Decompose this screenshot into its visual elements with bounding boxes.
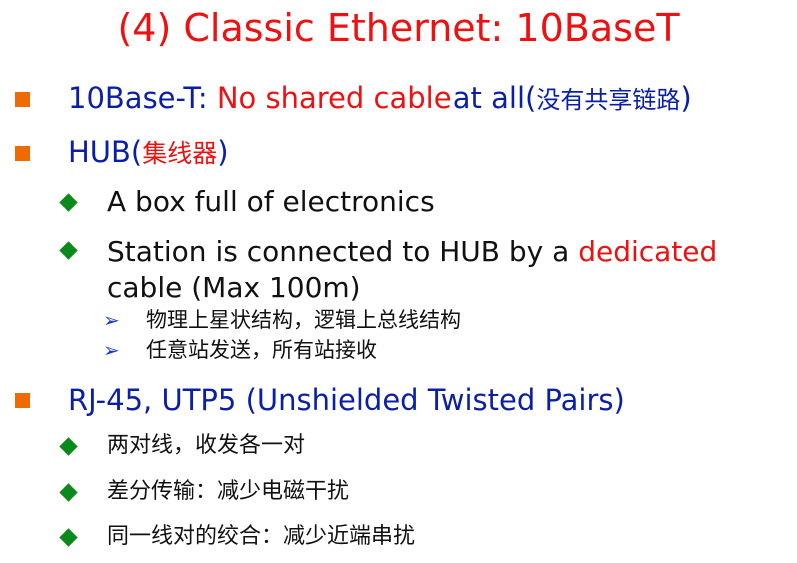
hub-detail-1: 物理上星状结构，逻辑上总线结构 — [146, 308, 461, 332]
bullet-rj45: RJ-45, UTP5 (Unshielded Twisted Pairs) — [68, 383, 625, 417]
bullet-hub-prefix: HUB( — [68, 135, 143, 169]
green-diamond-bullet-icon — [59, 241, 78, 260]
bullet-hub-cjk: 集线器 — [142, 139, 218, 168]
blue-arrow-bullet-icon: ➢ — [103, 308, 120, 332]
bullet-hub: HUB(集线器) — [68, 134, 229, 172]
rj45-sub-1: 两对线，收发各一对 — [107, 433, 306, 458]
hub-sub-box: A box full of electronics — [107, 185, 435, 218]
hub-sub-station-highlight: dedicated — [578, 235, 718, 268]
green-diamond-bullet-icon — [59, 483, 78, 502]
bullet-10baset-highlight: No shared cable — [216, 81, 452, 115]
hub-sub-station-text: Station is connected to HUB by a — [107, 235, 570, 268]
bullet-10baset-close: ) — [680, 81, 692, 115]
hub-detail-2: 任意站发送，所有站接收 — [146, 338, 377, 362]
slide-title: (4) Classic Ethernet: 10BaseT — [117, 6, 680, 50]
orange-square-bullet-icon — [15, 92, 30, 107]
hub-sub-station-line1: Station is connected to HUB by a dedicat… — [107, 234, 717, 270]
blue-arrow-bullet-icon: ➢ — [103, 338, 120, 362]
rj45-sub-2: 差分传输：减少电磁干扰 — [107, 479, 350, 504]
rj45-sub-3: 同一线对的绞合：减少近端串扰 — [107, 524, 416, 549]
bullet-10baset-cjk: 没有共享链路 — [536, 86, 681, 114]
bullet-hub-close: ) — [217, 135, 229, 169]
bullet-10baset-prefix: 10Base-T: — [68, 81, 208, 115]
green-diamond-bullet-icon — [59, 193, 78, 212]
green-diamond-bullet-icon — [59, 437, 78, 456]
hub-sub-station-line2: cable (Max 100m) — [107, 271, 361, 304]
green-diamond-bullet-icon — [59, 528, 78, 547]
bullet-10baset-suffix: at all( — [452, 81, 537, 115]
bullet-10baset: 10Base-T: No shared cable at all(没有共享链路) — [68, 80, 692, 118]
orange-square-bullet-icon — [15, 393, 30, 408]
orange-square-bullet-icon — [15, 146, 30, 161]
